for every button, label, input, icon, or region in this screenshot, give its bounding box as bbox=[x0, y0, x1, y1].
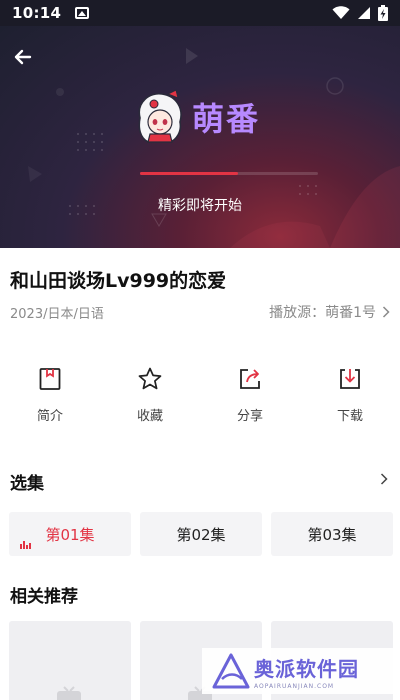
playing-indicator-icon bbox=[20, 541, 31, 549]
wifi-icon bbox=[332, 6, 350, 19]
tv-placeholder-icon bbox=[57, 686, 81, 700]
share-icon bbox=[240, 369, 260, 389]
recommend-section-title: 相关推荐 bbox=[10, 587, 78, 607]
watermark-text: 奥派软件园 bbox=[254, 656, 359, 681]
episode-item-03[interactable]: 第03集 bbox=[271, 512, 393, 556]
action-bar: 简介 收藏 分享 下载 bbox=[0, 366, 400, 424]
episodes-section-title: 选集 bbox=[10, 474, 44, 494]
video-meta: 2023/日本/日语 bbox=[10, 307, 104, 322]
episode-label: 第02集 bbox=[176, 525, 226, 544]
share-label: 分享 bbox=[236, 409, 263, 424]
share-button[interactable]: 分享 bbox=[200, 366, 300, 424]
episode-label: 第01集 bbox=[45, 525, 95, 544]
episode-item-01[interactable]: 第01集 bbox=[9, 512, 131, 556]
image-notification-icon bbox=[75, 7, 90, 19]
chevron-right-icon bbox=[382, 306, 390, 318]
episodes-more-chevron-icon[interactable] bbox=[378, 472, 390, 486]
mascot-icon bbox=[138, 89, 182, 143]
status-time: 10:14 bbox=[12, 4, 62, 22]
star-icon bbox=[138, 367, 162, 390]
watermark-logo-icon bbox=[212, 653, 250, 689]
favorite-button[interactable]: 收藏 bbox=[100, 366, 200, 424]
favorite-label: 收藏 bbox=[136, 409, 163, 424]
video-player[interactable]: 萌番 精彩即将开始 bbox=[0, 26, 400, 248]
status-icons bbox=[332, 5, 388, 21]
signal-icon bbox=[358, 7, 370, 19]
video-title: 和山田谈场Lv999的恋爱 bbox=[10, 270, 227, 292]
download-label: 下载 bbox=[336, 409, 363, 424]
recommend-card[interactable] bbox=[9, 621, 131, 700]
intro-bookmark-icon bbox=[39, 368, 61, 390]
intro-label: 简介 bbox=[36, 409, 63, 424]
player-message: 精彩即将开始 bbox=[158, 198, 242, 214]
logo-text: 萌番 bbox=[192, 100, 261, 138]
download-button[interactable]: 下载 bbox=[300, 366, 400, 424]
watermark: 奥派软件园 AOPAIRUANJIAN.COM bbox=[202, 648, 398, 694]
episode-label: 第03集 bbox=[307, 525, 357, 544]
battery-icon bbox=[378, 5, 388, 21]
intro-button[interactable]: 简介 bbox=[0, 366, 100, 424]
back-arrow-icon[interactable] bbox=[8, 42, 38, 72]
source-label: 播放源：萌番1号 bbox=[269, 305, 376, 321]
loading-progress-bar bbox=[140, 172, 318, 175]
loading-progress-fill bbox=[140, 172, 238, 175]
download-icon bbox=[340, 369, 360, 389]
app-logo: 萌番 bbox=[130, 86, 270, 148]
episode-list: 第01集 第02集 第03集 bbox=[9, 512, 393, 556]
episode-item-02[interactable]: 第02集 bbox=[140, 512, 262, 556]
status-bar: 10:14 bbox=[0, 0, 400, 26]
source-selector[interactable]: 播放源：萌番1号 bbox=[269, 302, 390, 322]
watermark-subtext: AOPAIRUANJIAN.COM bbox=[254, 682, 335, 690]
